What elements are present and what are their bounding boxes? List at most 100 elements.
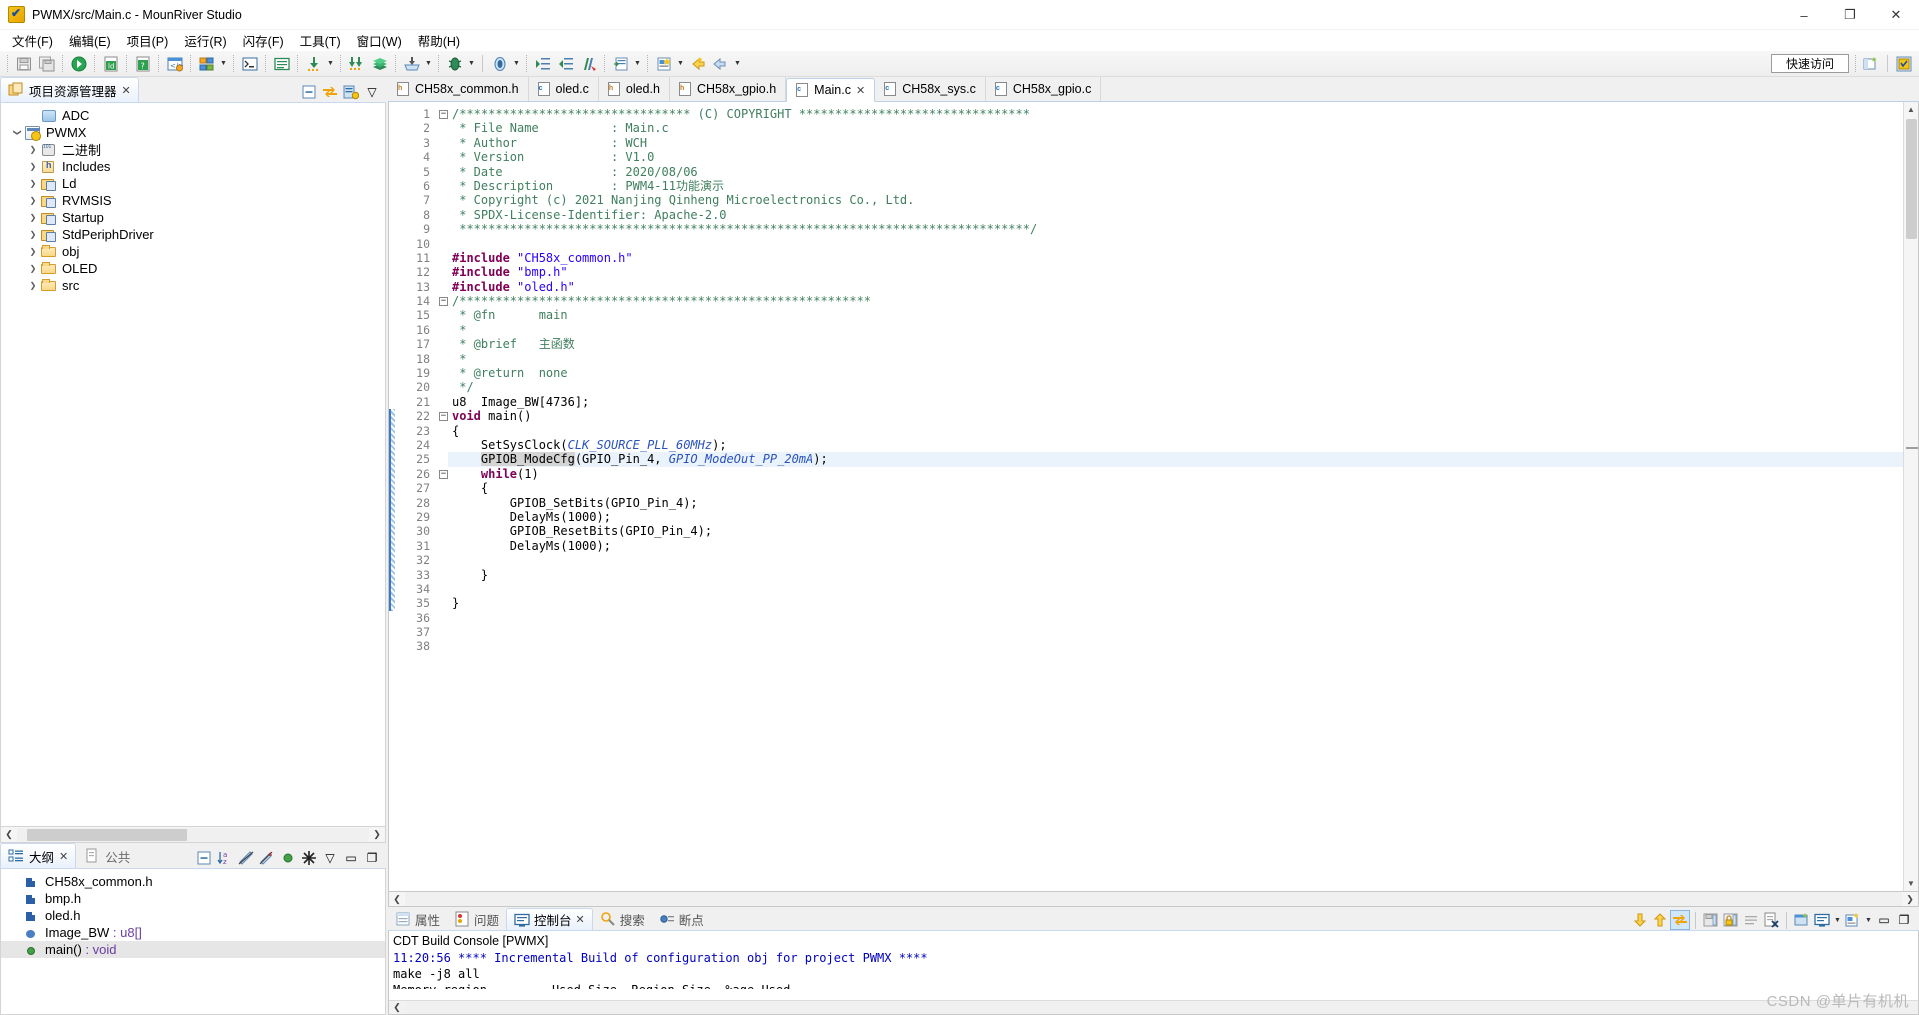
new-wizard-dropdown-icon[interactable]: ▼ <box>675 54 686 74</box>
code-line[interactable]: #include "bmp.h" <box>448 265 1903 279</box>
chevron-right-icon[interactable] <box>25 227 41 243</box>
code-line[interactable]: GPIOB_ResetBits(GPIO_Pin_4); <box>448 524 1903 538</box>
view-menu-icon[interactable]: ▽ <box>320 848 340 868</box>
display-console-dropdown-icon[interactable]: ▼ <box>1832 910 1843 930</box>
chevron-right-icon[interactable] <box>25 244 41 260</box>
download-dropdown-icon[interactable]: ▼ <box>325 54 336 74</box>
outline-item-main[interactable]: main() : void <box>1 941 385 958</box>
code-line[interactable] <box>448 553 1903 567</box>
new-console-icon[interactable] <box>1843 910 1863 930</box>
outline-item-CH58x_commonh[interactable]: CH58x_common.h <box>1 873 385 890</box>
code-line[interactable] <box>448 611 1903 625</box>
collapse-all-icon[interactable] <box>299 82 319 102</box>
indent-left-icon[interactable] <box>555 53 576 74</box>
scroll-down-icon[interactable]: ▼ <box>1904 876 1919 891</box>
perspective-mounriver-icon[interactable] <box>1893 53 1915 74</box>
tab-project-explorer[interactable]: 项目资源管理器 ✕ <box>0 77 139 102</box>
editor-tab-CH58x_gpioh[interactable]: h CH58x_gpio.h <box>670 77 787 101</box>
chevron-down-icon[interactable] <box>9 125 25 141</box>
fold-toggle-icon[interactable]: − <box>435 409 448 423</box>
new-wizard-icon[interactable] <box>653 53 674 74</box>
close-button[interactable]: ✕ <box>1873 0 1919 30</box>
menu-run[interactable]: 运行(R) <box>176 29 234 52</box>
component-dropdown-icon[interactable]: ▼ <box>218 54 229 74</box>
menu-help[interactable]: 帮助(H) <box>410 29 468 52</box>
open-console-icon[interactable] <box>1792 910 1812 930</box>
code-line[interactable]: { <box>448 424 1903 438</box>
code-line[interactable]: * File Name : Main.c <box>448 121 1903 135</box>
code-line[interactable]: GPIOB_ModeCfg(GPIO_Pin_4, GPIO_ModeOut_P… <box>448 452 1903 467</box>
editor-tab-CH58x_commonh[interactable]: h CH58x_common.h <box>388 77 529 101</box>
maximize-button[interactable]: ❐ <box>1827 0 1873 30</box>
menu-file[interactable]: 文件(F) <box>4 29 61 52</box>
code-line[interactable]: * Copyright (c) 2021 Nanjing Qinheng Mic… <box>448 193 1903 207</box>
chevron-right-icon[interactable] <box>25 142 41 158</box>
menu-tools[interactable]: 工具(T) <box>292 29 349 52</box>
tree-item-src[interactable]: src <box>1 277 385 294</box>
code-line[interactable]: * @return none <box>448 366 1903 380</box>
maximize-icon[interactable]: ❐ <box>1894 910 1914 930</box>
hide-static-icon[interactable]: s <box>257 848 277 868</box>
menu-window[interactable]: 窗口(W) <box>349 29 410 52</box>
link-with-editor-icon[interactable] <box>320 82 340 102</box>
code-line[interactable]: * <box>448 323 1903 337</box>
code-line[interactable]: * <box>448 352 1903 366</box>
code-editor[interactable]: 1 2 3 4 5 6 7 8 9 10 11 12 13 14 15 16 17 18 19 20 21 22 23 24 2… <box>388 102 1919 892</box>
scroll-up-icon[interactable] <box>1650 910 1670 930</box>
chevron-right-icon[interactable] <box>25 159 41 175</box>
tree-item-PWMX[interactable]: PWMX <box>1 124 385 141</box>
tab-search[interactable]: 搜索 <box>593 908 652 930</box>
console-hscrollbar[interactable]: ❮ <box>389 1000 1918 1014</box>
editor-hscroll-track[interactable] <box>405 892 1902 906</box>
view-menu-icon[interactable] <box>341 82 361 102</box>
code-line[interactable]: while(1) <box>448 467 1903 481</box>
console-close-icon[interactable]: ✕ <box>576 913 585 926</box>
code-line[interactable] <box>448 582 1903 596</box>
project-explorer-close-icon[interactable]: ✕ <box>122 84 131 97</box>
outline-item-Image_BW[interactable]: Image_BW : u8[] <box>1 924 385 941</box>
forward-icon[interactable] <box>710 53 731 74</box>
hscroll-track[interactable] <box>17 827 369 842</box>
scroll-up-icon[interactable]: ▲ <box>1904 102 1919 117</box>
indent-right-icon[interactable] <box>532 53 553 74</box>
folding-gutter[interactable]: − − − − <box>435 102 448 891</box>
chevron-right-icon[interactable] <box>25 193 41 209</box>
minimize-icon[interactable]: ▭ <box>1874 910 1894 930</box>
remove-console-icon[interactable] <box>1761 910 1781 930</box>
scroll-left-icon[interactable]: ❮ <box>389 1001 405 1015</box>
code-line[interactable]: * @brief 主函数 <box>448 337 1903 351</box>
help-info-icon[interactable]: ? <box>132 53 153 74</box>
tab-problems[interactable]: 问题 <box>447 908 506 930</box>
code-line[interactable] <box>448 639 1903 653</box>
hide-nonpublic-icon[interactable] <box>278 848 298 868</box>
editor-tab-CH58x_gpioc[interactable]: c CH58x_gpio.c <box>986 77 1102 101</box>
debug-icon[interactable] <box>444 53 465 74</box>
tab-breakpoints[interactable]: 断点 <box>652 908 711 930</box>
new-file-icon[interactable] <box>610 53 631 74</box>
focus-icon[interactable] <box>299 848 319 868</box>
save-icon[interactable] <box>13 53 34 74</box>
scroll-right-icon[interactable]: ❯ <box>369 828 385 842</box>
tree-item-Startup[interactable]: Startup <box>1 209 385 226</box>
fold-toggle-icon[interactable]: − <box>435 294 448 308</box>
code-line[interactable]: } <box>448 568 1903 582</box>
code-line[interactable]: /***************************************… <box>448 294 1903 308</box>
project-tree-hscrollbar[interactable]: ❮ ❯ <box>0 827 386 843</box>
scroll-lock-icon[interactable] <box>1670 910 1690 930</box>
tree-item-Ld[interactable]: Ld <box>1 175 385 192</box>
fold-toggle-icon[interactable]: − <box>435 467 448 481</box>
minimize-button[interactable]: – <box>1781 0 1827 30</box>
new-file-dropdown-icon[interactable]: ▼ <box>632 54 643 74</box>
code-line[interactable]: */ <box>448 380 1903 394</box>
outline-item-bmph[interactable]: bmp.h <box>1 890 385 907</box>
chevron-right-icon[interactable] <box>25 261 41 277</box>
run-dropdown-icon[interactable]: ▼ <box>511 54 522 74</box>
code-line[interactable]: * Version : V1.0 <box>448 150 1903 164</box>
forward-dropdown-icon[interactable]: ▼ <box>732 54 743 74</box>
terminal-icon[interactable] <box>239 53 260 74</box>
minimize-icon[interactable]: ▭ <box>341 848 361 868</box>
import-dropdown-icon[interactable]: ▼ <box>423 54 434 74</box>
editor-tab-oledh[interactable]: h oled.h <box>599 77 670 101</box>
menu-project[interactable]: 项目(P) <box>119 29 177 52</box>
code-line[interactable] <box>448 625 1903 639</box>
